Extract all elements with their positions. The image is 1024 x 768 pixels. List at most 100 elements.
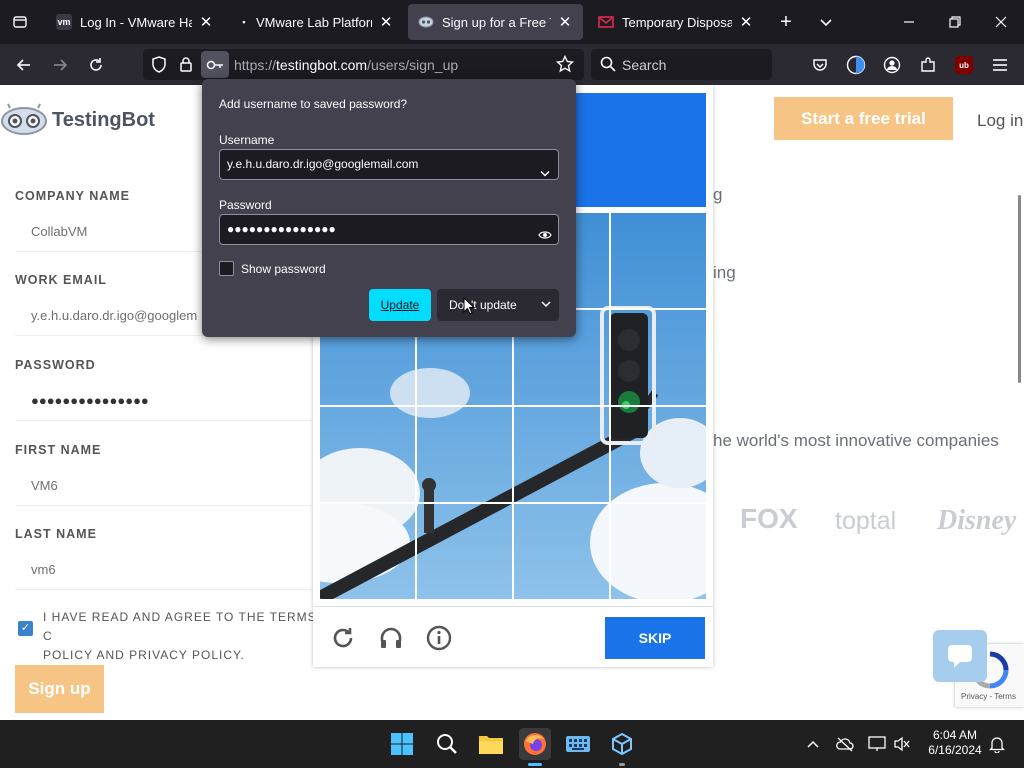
- folder-icon: [479, 736, 503, 754]
- first-name-input[interactable]: VM6: [15, 466, 315, 506]
- cloud-offline-icon: [836, 737, 854, 752]
- password-value: ●●●●●●●●●●●●●●●: [227, 222, 336, 236]
- info-icon[interactable]: [424, 623, 454, 653]
- skip-button[interactable]: SKIP: [605, 617, 705, 659]
- system-clock[interactable]: 6:04 AM 6/16/2024: [920, 728, 990, 758]
- username-label: Username: [219, 133, 275, 147]
- key-icon[interactable]: [201, 51, 229, 78]
- chevron-down-icon[interactable]: [541, 296, 551, 315]
- password-input[interactable]: ●●●●●●●●●●●●●●●: [15, 381, 315, 421]
- close-icon: [995, 16, 1007, 28]
- arrow-right-icon: [54, 59, 68, 71]
- terms-checkbox[interactable]: ✓: [18, 621, 33, 636]
- tracking-shield-icon[interactable]: [151, 56, 167, 78]
- forward-button[interactable]: [45, 50, 75, 80]
- firefox-taskbar-button[interactable]: [519, 728, 551, 760]
- site-logo-text[interactable]: TestingBot: [52, 109, 155, 132]
- show-password-label[interactable]: Show password: [241, 262, 326, 276]
- start-free-trial-button[interactable]: Start a free trial: [774, 97, 953, 140]
- minimize-button[interactable]: [886, 0, 932, 44]
- menu-button[interactable]: [985, 50, 1015, 80]
- chevron-down-icon[interactable]: [540, 160, 550, 189]
- testingbot-logo-icon[interactable]: [0, 103, 48, 142]
- audio-challenge-icon[interactable]: [376, 623, 406, 653]
- hero-text-fragment: ing: [713, 263, 736, 282]
- notifications-button[interactable]: [987, 734, 1007, 754]
- last-name-input[interactable]: vm6: [15, 550, 315, 590]
- update-button[interactable]: Update: [369, 289, 431, 321]
- dont-update-button[interactable]: Don't update: [437, 289, 559, 321]
- username-value: y.e.h.u.daro.dr.igo@googlemail.com: [227, 157, 419, 171]
- vpn-extension-button[interactable]: [841, 50, 871, 80]
- page-scrollbar[interactable]: [1018, 195, 1021, 383]
- maximize-button[interactable]: [932, 0, 978, 44]
- reload-icon: [90, 58, 102, 71]
- display-tray-icon[interactable]: [867, 734, 887, 754]
- eye-icon[interactable]: [538, 223, 552, 252]
- close-window-button[interactable]: [978, 0, 1024, 44]
- fox-logo: FOX: [740, 503, 798, 534]
- close-tab-icon[interactable]: ✕: [557, 13, 573, 31]
- company-name-label: COMPANY NAME: [15, 189, 131, 203]
- tab-title: Sign up for a Free Testi: [442, 14, 551, 30]
- volume-tray-icon[interactable]: [892, 734, 912, 754]
- recaptcha-links[interactable]: Privacy - Terms: [961, 692, 1016, 701]
- doorhanger-title: Add username to saved password?: [219, 97, 408, 111]
- tab-vmware-lab[interactable]: • VMware Lab Platform ✕: [230, 4, 404, 40]
- show-password-checkbox[interactable]: [219, 261, 234, 276]
- tab-list-button[interactable]: [0, 0, 40, 44]
- search-placeholder: Search: [622, 57, 667, 73]
- close-tab-icon[interactable]: ✕: [378, 13, 394, 31]
- chat-widget-button[interactable]: [933, 630, 987, 682]
- file-explorer-button[interactable]: [475, 728, 507, 760]
- save-password-doorhanger: Add username to saved password? Username…: [202, 79, 576, 337]
- reload-challenge-icon[interactable]: [328, 623, 358, 653]
- account-button[interactable]: [877, 50, 907, 80]
- password-label: Password: [219, 198, 272, 212]
- url-bar[interactable]: https://testingbot.com/users/sign_up: [143, 49, 584, 80]
- extensions-button[interactable]: [913, 50, 943, 80]
- lock-icon[interactable]: [179, 56, 193, 78]
- pocket-button[interactable]: [805, 50, 835, 80]
- terms-text: I HAVE READ AND AGREE TO THE TERMS C POL…: [43, 608, 323, 665]
- tab-temp-mail[interactable]: Temporary Disposable ✕: [588, 4, 764, 40]
- tab-vmware-login[interactable]: vm Log In - VMware Handi ✕: [46, 4, 224, 40]
- password-field[interactable]: ●●●●●●●●●●●●●●●: [219, 214, 559, 245]
- ublock-shield-icon: ub: [955, 56, 973, 74]
- windows-logo-icon: [391, 733, 413, 755]
- last-name-label: LAST NAME: [15, 527, 97, 541]
- keyboard-icon: [566, 736, 590, 752]
- close-tab-icon[interactable]: ✕: [198, 13, 214, 31]
- show-hidden-icons-button[interactable]: [803, 734, 823, 754]
- start-button[interactable]: [386, 728, 418, 760]
- chat-bubble-icon: [948, 645, 972, 668]
- url-text[interactable]: https://testingbot.com/users/sign_up: [234, 57, 458, 73]
- first-name-label: FIRST NAME: [15, 443, 102, 457]
- arrow-left-icon: [16, 59, 30, 71]
- onscreen-keyboard-button[interactable]: [562, 728, 594, 760]
- captcha-footer: SKIP: [313, 606, 713, 667]
- tab-title: Temporary Disposable: [622, 14, 732, 30]
- clock-date: 6/16/2024: [928, 743, 982, 757]
- url-host: testingbot.com: [276, 57, 368, 73]
- reload-button[interactable]: [81, 50, 111, 80]
- ublock-button[interactable]: ub: [949, 50, 979, 80]
- mouse-cursor-icon: [463, 296, 476, 320]
- close-tab-icon[interactable]: ✕: [738, 13, 754, 31]
- search-bar[interactable]: Search: [591, 49, 772, 80]
- virtualbox-button[interactable]: [606, 728, 638, 760]
- account-icon: [883, 56, 901, 74]
- tab-title: VMware Lab Platform: [256, 14, 372, 30]
- toptal-logo: toptal: [835, 507, 897, 535]
- back-button[interactable]: [9, 50, 39, 80]
- tab-overflow-button[interactable]: [806, 0, 846, 44]
- sign-up-button[interactable]: Sign up: [15, 665, 104, 713]
- new-tab-button[interactable]: +: [766, 0, 806, 44]
- login-link[interactable]: Log in: [977, 111, 1023, 131]
- bookmark-star-icon[interactable]: [555, 54, 575, 78]
- restore-icon: [949, 16, 961, 28]
- network-tray-icon[interactable]: [835, 734, 855, 754]
- taskbar-search-button[interactable]: [431, 728, 463, 760]
- username-field[interactable]: y.e.h.u.daro.dr.igo@googlemail.com: [219, 149, 559, 180]
- tab-testingbot-signup[interactable]: Sign up for a Free Testi ✕: [408, 4, 583, 40]
